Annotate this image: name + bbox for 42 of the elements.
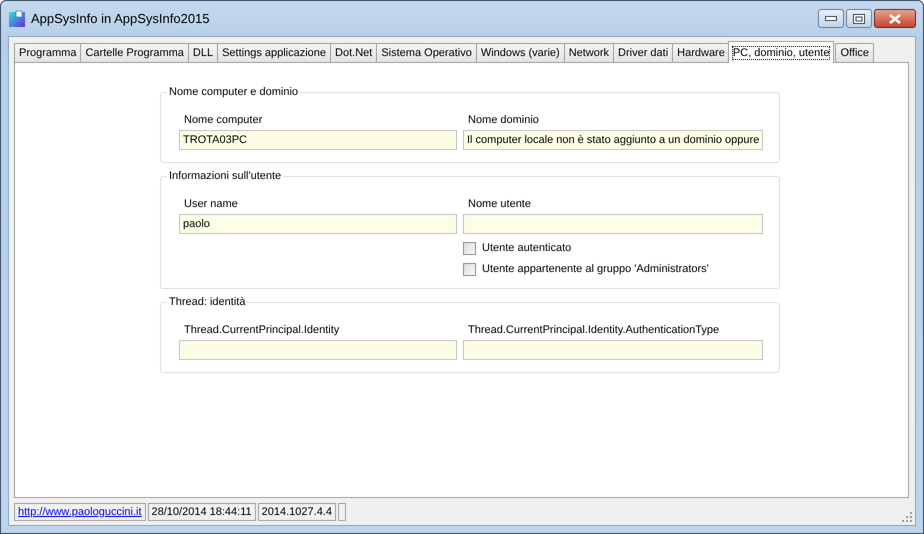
checkbox[interactable] [463,242,476,254]
text-field[interactable]: Il computer locale non è stato aggiunto a un dominio oppure [463,130,763,150]
tab[interactable]: Cartelle Programma [80,43,189,62]
tab[interactable]: PC, dominio, utente [728,41,834,63]
tab[interactable]: Office [835,43,874,62]
checkbox[interactable] [463,262,476,276]
close-button[interactable] [874,9,916,28]
text-field[interactable] [463,214,763,234]
field-label: Nome computer [183,113,264,128]
field-label: Nome utente [467,197,532,212]
window-title: AppSysInfo in AppSysInfo2015 [31,10,210,28]
text-field[interactable]: paolo [179,214,457,234]
field-label: Thread.CurrentPrincipal.Identity [183,323,340,338]
tab[interactable]: Network [564,43,614,62]
maximize-icon [853,14,865,24]
tab[interactable]: Settings applicazione [217,43,332,62]
app-icon [8,10,26,28]
tab[interactable]: DLL [188,43,218,62]
field-label: User name [183,197,239,212]
status-panel: 2014.1027.4.4 [258,502,336,520]
text-field[interactable] [463,340,763,360]
checkbox-label: Utente appartenente al gruppo 'Administrators' [482,262,709,276]
status-panel: 28/10/2014 18:44:11 [148,502,256,520]
field-label: Thread.CurrentPrincipal.Identity.AuthenticationType [467,323,720,338]
maximize-button[interactable] [846,9,872,28]
tab[interactable]: Sistema Operativo [376,43,477,62]
tab[interactable]: Dot.Net [330,43,378,62]
minimize-button[interactable] [818,9,844,28]
tab[interactable]: Driver dati [613,43,674,62]
minimize-icon [825,16,837,21]
close-icon [889,14,901,24]
status-panel-empty [338,502,346,520]
resize-grip-icon[interactable] [902,512,912,522]
checkbox-label: Utente autenticato [482,241,572,255]
tab[interactable]: Windows (varie) [476,43,565,62]
group-title: Nome computer e dominio [167,85,300,99]
field-label: Nome dominio [467,113,540,128]
tab[interactable]: Programma [14,43,82,62]
tab[interactable]: Hardware [672,43,730,62]
website-link[interactable]: http://www.paologuccini.it [14,502,146,520]
text-field[interactable]: TROTA03PC [179,130,457,150]
text-field[interactable] [179,340,457,360]
